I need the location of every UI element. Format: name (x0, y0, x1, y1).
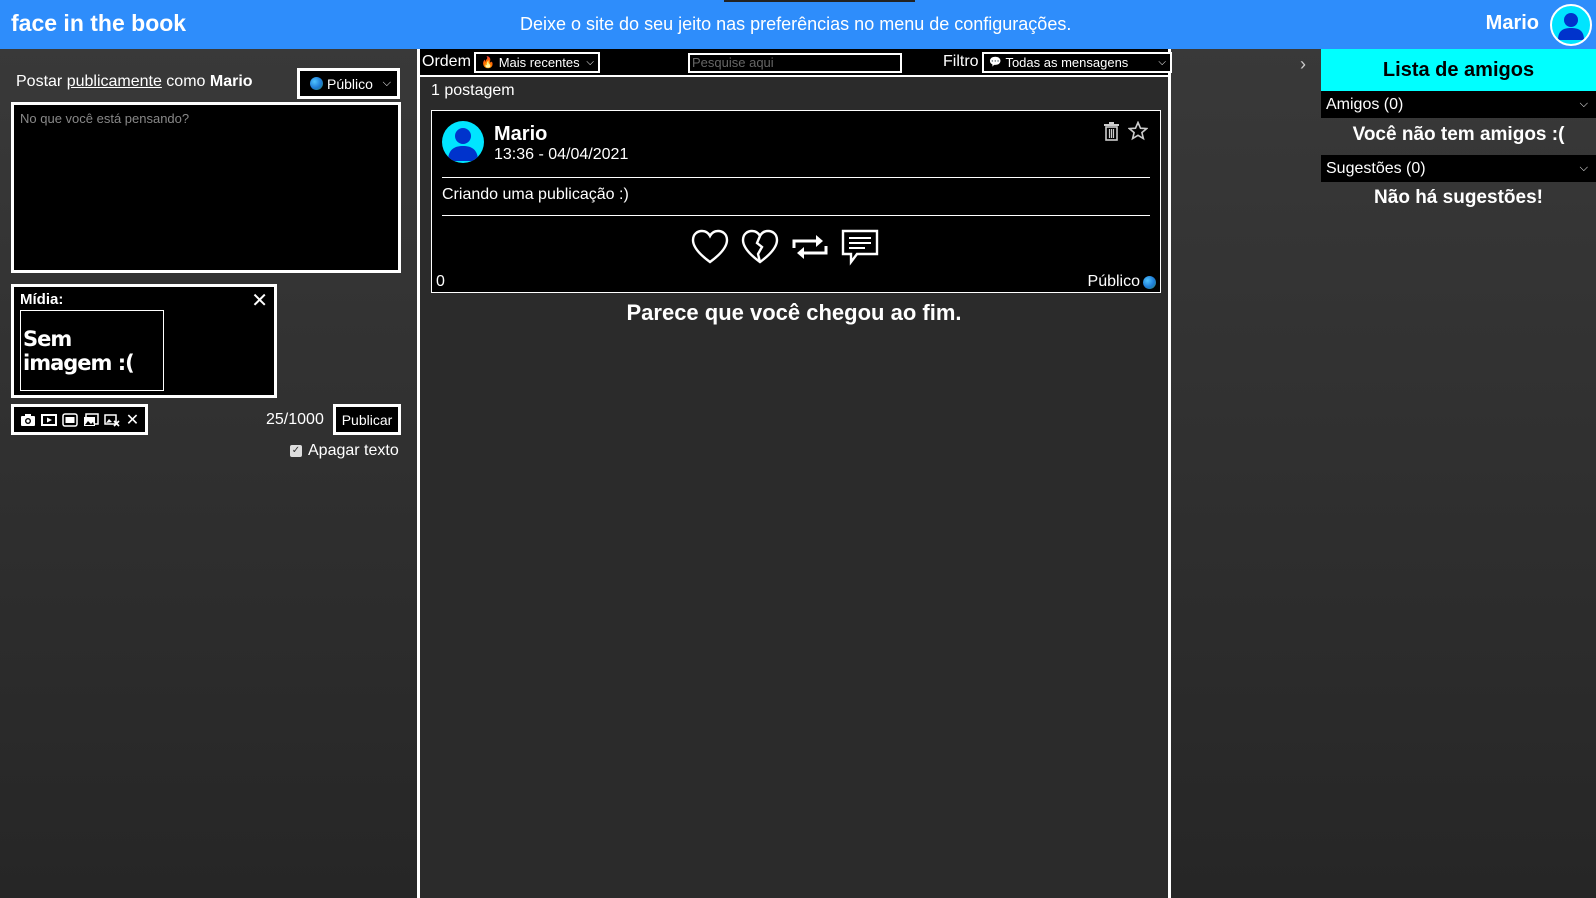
friends-title: Lista de amigos (1321, 49, 1596, 91)
order-select[interactable]: 🔥 Mais recentes ⌵ (474, 52, 600, 73)
end-of-feed-message: Parece que você chegou ao fim. (626, 300, 962, 325)
post-actions (690, 227, 880, 267)
message-icon: 💬 (989, 57, 1002, 68)
media-label: Mídia: (20, 291, 64, 308)
close-icon[interactable]: ✕ (124, 412, 141, 429)
erase-checkbox[interactable]: ✓ (290, 445, 302, 457)
media-preview: Sem imagem :( (20, 310, 164, 391)
header-divider (724, 0, 915, 2)
video-icon[interactable] (40, 412, 57, 427)
filter-value: Todas as mensagens (1005, 55, 1129, 70)
post-visibility-link[interactable]: publicamente (67, 73, 162, 90)
globe-icon (1143, 275, 1156, 289)
chevron-down-icon: ⌵ (586, 57, 594, 68)
like-count: 0 (436, 273, 445, 290)
friends-label: Amigos (0) (1326, 95, 1404, 113)
feed-panel: Ordem 🔥 Mais recentes ⌵ Pesquise aqui Fi… (417, 49, 1172, 898)
post-middle: como (161, 73, 210, 90)
heart-icon[interactable] (690, 227, 730, 267)
post-card: Mario 13:36 - 04/04/2021 Criando uma pub… (431, 110, 1161, 293)
globe-icon (310, 77, 323, 90)
publish-button[interactable]: Publicar (333, 404, 401, 435)
feed-toolbar: Ordem 🔥 Mais recentes ⌵ Pesquise aqui Fi… (420, 49, 1172, 77)
order-label: Ordem (422, 53, 471, 70)
top-header: face in the book Deixe o site do seu jei… (0, 0, 1596, 49)
media-toolbar: ✕ (11, 404, 148, 435)
suggestions-dropdown[interactable]: Sugestões (0) ⌵ (1321, 155, 1596, 182)
chevron-down-icon: ⌵ (1579, 162, 1588, 174)
post-user: Mario (209, 73, 253, 90)
filter-select[interactable]: 💬 Todas as mensagens ⌵ (982, 52, 1172, 73)
friends-dropdown[interactable]: Amigos (0) ⌵ (1321, 91, 1596, 118)
search-input[interactable]: Pesquise aqui (688, 53, 902, 73)
char-count: 25/1000 (266, 411, 324, 428)
post-textarea[interactable]: No que você está pensando? (11, 102, 401, 273)
no-friends-message: Você não tem amigos :( (1352, 124, 1565, 145)
media-panel: Mídia: ✕ Sem imagem :( (11, 284, 277, 398)
post-text: Criando uma publicação :) (442, 186, 629, 203)
erase-text-option[interactable]: ✓ Apagar texto (290, 442, 399, 460)
friends-panel: Lista de amigos Amigos (0) ⌵ Você não te… (1321, 49, 1596, 898)
remove-media-icon[interactable] (103, 412, 120, 427)
erase-label: Apagar texto (308, 442, 399, 459)
no-suggestions-message: Não há sugestões! (1374, 187, 1543, 208)
chevron-down-icon: ⌵ (382, 77, 391, 89)
composer-panel: Postar publicamente como Mario Público ⌵… (0, 49, 417, 898)
trash-icon[interactable] (1103, 121, 1120, 146)
post-visibility-label: Público (1087, 273, 1140, 290)
post-count: 1 postagem (431, 82, 515, 99)
user-icon (1558, 13, 1584, 40)
user-avatar[interactable] (1550, 4, 1592, 46)
order-value: Mais recentes (498, 55, 580, 70)
post-divider (442, 215, 1150, 216)
post-prefix: Postar (16, 73, 67, 90)
filter-label: Filtro (943, 53, 979, 70)
avatar[interactable] (442, 121, 484, 163)
broken-heart-icon[interactable] (740, 227, 780, 267)
gif-icon[interactable] (61, 412, 78, 427)
site-logo[interactable]: face in the book (11, 10, 186, 37)
star-icon[interactable] (1127, 120, 1149, 146)
header-username[interactable]: Mario (1486, 12, 1539, 35)
post-as-text: Postar publicamente como Mario (16, 73, 253, 91)
post-divider (442, 177, 1150, 178)
camera-icon[interactable] (19, 412, 36, 427)
chevron-down-icon: ⌵ (1158, 57, 1166, 68)
share-icon[interactable] (790, 227, 830, 267)
suggestions-label: Sugestões (0) (1326, 159, 1426, 177)
chevron-right-icon[interactable]: › (1300, 54, 1306, 75)
post-visibility: Público (1088, 273, 1156, 291)
comment-icon[interactable] (840, 227, 880, 267)
user-icon (448, 128, 478, 161)
post-time: 13:36 - 04/04/2021 (494, 146, 629, 163)
fire-icon: 🔥 (481, 57, 495, 69)
close-icon[interactable]: ✕ (251, 288, 268, 313)
post-author[interactable]: Mario (494, 123, 547, 146)
chevron-down-icon: ⌵ (1579, 98, 1588, 110)
gallery-icon[interactable] (82, 412, 99, 427)
header-message: Deixe o site do seu jeito nas preferênci… (520, 14, 1072, 34)
visibility-select[interactable]: Público ⌵ (297, 68, 400, 99)
visibility-value: Público (327, 75, 373, 92)
